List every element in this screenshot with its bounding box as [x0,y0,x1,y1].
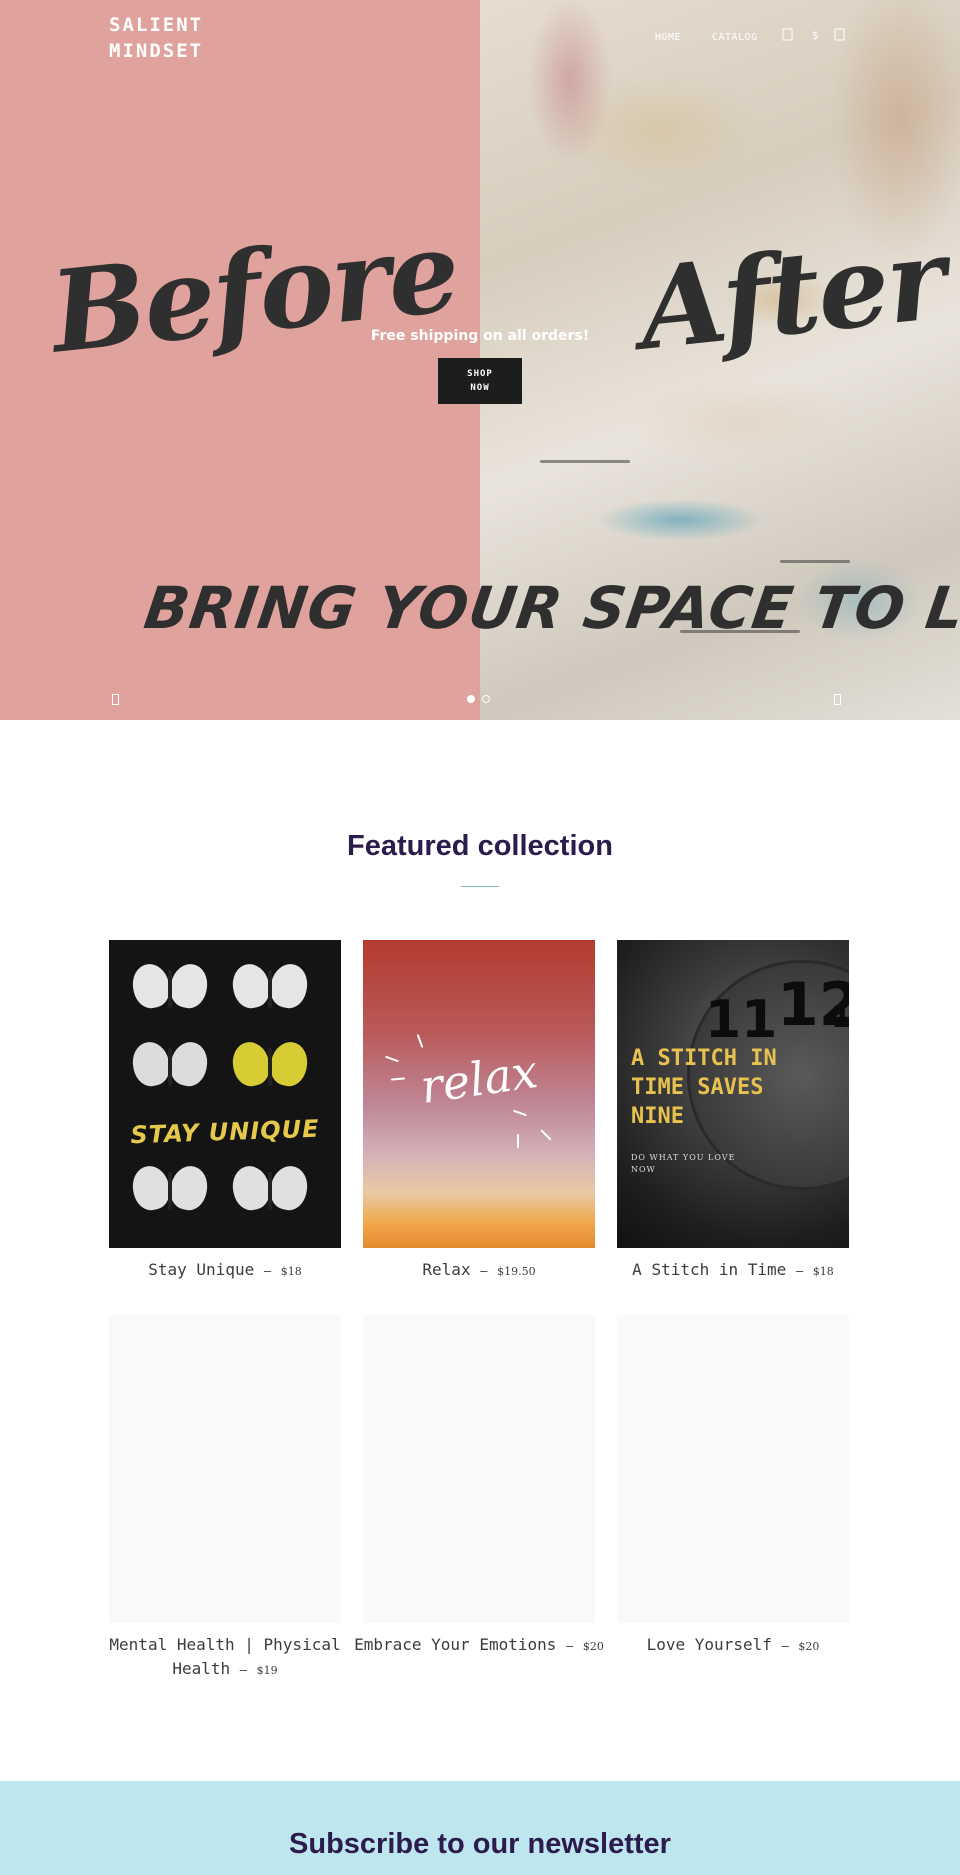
product-card[interactable]: relax Relax — $19.50 [363,940,595,1300]
product-image-relax[interactable]: relax [363,940,595,1248]
product-price: $19.50 [497,1265,536,1278]
butterfly-image [128,1038,212,1092]
price-separator: — [566,1639,574,1653]
product-name: Relax [422,1260,471,1279]
clock-numeral: 1 [831,1000,849,1035]
product-name: Stay Unique [148,1260,255,1279]
product-title[interactable]: A Stitch in Time — $18 [597,1258,869,1284]
butterfly-image [228,1038,312,1092]
shop-now-button[interactable]: SHOP NOW [438,358,522,404]
product-name: Embrace Your Emotions [354,1635,557,1654]
product-image-placeholder[interactable] [617,1315,849,1623]
product-name: Love Yourself [646,1635,772,1654]
product-title[interactable]: Embrace Your Emotions — $20 [343,1633,615,1659]
butterfly-image [128,960,212,1014]
product-title[interactable]: Relax — $19.50 [343,1258,615,1284]
hero-shipping-text: Free shipping on all orders! [370,328,590,344]
sparkle-line [513,1109,527,1117]
next-icon[interactable] [834,694,844,708]
product-name: Mental Health | Physical Health [109,1635,341,1678]
product-image-placeholder[interactable] [363,1315,595,1623]
paint-streak [540,460,630,463]
slide-dot-2[interactable] [482,695,490,703]
product-title[interactable]: Stay Unique — $18 [89,1258,361,1284]
price-separator: — [781,1639,789,1653]
price-separator: — [239,1663,248,1677]
nav-catalog[interactable]: CATALOG [712,30,758,46]
poster-subtext: DO WHAT YOU LOVE NOW [631,1153,736,1174]
product-card[interactable]: Embrace Your Emotions — $20 [354,1315,604,1685]
paint-streak [780,560,850,563]
product-card[interactable]: Love Yourself — $20 [617,1315,849,1685]
poster-text: A STITCH IN TIME SAVES NINE [631,1046,777,1129]
product-card[interactable]: STAY UNIQUE Stay Unique — $18 [109,940,341,1300]
clock-numeral: 11 [705,990,778,1050]
price-separator: — [480,1264,488,1278]
slide-dot-1[interactable] [467,695,475,703]
sparkle-line [416,1034,424,1048]
price-separator: — [795,1264,804,1278]
site-logo[interactable]: SALIENT MINDSET [109,12,219,64]
product-title[interactable]: Mental Health | Physical Health — $19 [89,1633,361,1683]
newsletter-section: Subscribe to our newsletter [0,1781,960,1875]
title-divider [461,886,499,887]
poster-text: STAY UNIQUE [129,1114,320,1150]
nav-home[interactable]: HOME [655,30,681,46]
product-card[interactable]: 11 12 1 A STITCH IN TIME SAVES NINE DO W… [617,940,849,1300]
hero-slideshow: SALIENT MINDSET HOME CATALOG $ Before Af… [0,0,960,720]
featured-collection-title: Featured collection [347,830,613,862]
product-image-stay-unique[interactable]: STAY UNIQUE [109,940,341,1248]
search-icon[interactable] [781,28,795,44]
cart-icon[interactable] [833,28,847,44]
product-card[interactable]: Mental Health | Physical Health — $19 [109,1315,341,1685]
product-title[interactable]: Love Yourself — $20 [597,1633,869,1659]
product-price: $19 [256,1664,278,1677]
sparkle-line [385,1055,399,1063]
sparkle-line [540,1129,552,1141]
price-separator: — [263,1264,272,1278]
account-label: $ [811,29,819,42]
butterfly-image [128,1162,212,1216]
newsletter-title: Subscribe to our newsletter [289,1828,671,1860]
hero-tagline: BRING YOUR SPACE TO LIFE! [140,574,960,642]
account-icon[interactable]: $ [808,28,822,44]
pause-icon[interactable] [112,694,122,708]
product-price: $20 [798,1640,820,1653]
butterfly-image [228,960,312,1014]
product-image-a-stitch-in-time[interactable]: 11 12 1 A STITCH IN TIME SAVES NINE DO W… [617,940,849,1248]
product-price: $18 [280,1265,302,1278]
product-image-placeholder[interactable] [109,1315,341,1623]
product-name: A Stitch in Time [632,1260,787,1279]
sparkle-line [517,1134,519,1148]
product-price: $18 [812,1265,834,1278]
butterfly-image [228,1162,312,1216]
